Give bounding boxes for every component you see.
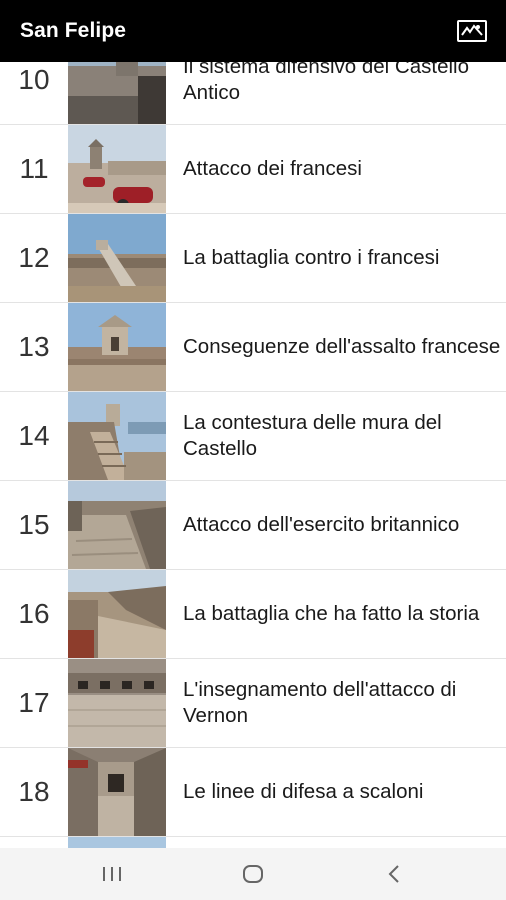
item-number: 17 xyxy=(18,687,50,718)
item-number: 12 xyxy=(18,242,50,273)
item-thumbnail xyxy=(68,659,166,747)
back-icon[interactable] xyxy=(381,862,409,886)
item-title: La battaglia contro i francesi xyxy=(183,246,440,269)
list-item[interactable]: 18 Le linee di difesa a scaloni xyxy=(0,748,506,837)
item-thumbnail xyxy=(68,62,166,124)
item-thumbnail xyxy=(68,392,166,480)
list-item[interactable]: 11 Attacco dei francesi xyxy=(0,125,506,214)
item-thumbnail xyxy=(68,570,166,658)
map-icon[interactable] xyxy=(457,20,487,42)
item-number xyxy=(0,837,68,848)
item-number: 14 xyxy=(18,420,50,451)
item-title: Attacco dei francesi xyxy=(183,157,362,180)
list-item[interactable]: 10 Il sistema difensivo del Castello Ant… xyxy=(0,62,506,125)
list-item[interactable] xyxy=(0,837,506,848)
item-number: 18 xyxy=(18,776,50,807)
chapter-list[interactable]: 10 Il sistema difensivo del Castello Ant… xyxy=(0,62,506,848)
list-item[interactable]: 15 Attacco dell'esercito britannico xyxy=(0,481,506,570)
item-title: Le linee di difesa a scaloni xyxy=(183,780,424,803)
item-title: La contestura delle mura del Castello xyxy=(183,411,442,460)
list-item[interactable]: 14 La contestura delle mura del Castello xyxy=(0,392,506,481)
recent-apps-icon[interactable] xyxy=(98,862,126,886)
list-item[interactable]: 17 L'insegnamento dell'attacco di Vernon xyxy=(0,659,506,748)
item-thumbnail xyxy=(68,748,166,836)
item-thumbnail xyxy=(68,837,166,848)
app-title: San Felipe xyxy=(20,19,127,42)
item-number: 10 xyxy=(18,64,50,95)
item-number: 11 xyxy=(19,153,49,184)
item-title: Il sistema difensivo del Castello Antico xyxy=(183,62,469,104)
item-thumbnail xyxy=(68,481,166,569)
list-item[interactable]: 16 La battaglia che ha fatto la storia xyxy=(0,570,506,659)
item-title: Conseguenze dell'assalto francese xyxy=(183,335,501,358)
item-title xyxy=(183,837,501,848)
item-title: L'insegnamento dell'attacco di Vernon xyxy=(183,678,457,727)
item-title: La battaglia che ha fatto la storia xyxy=(183,602,480,625)
item-thumbnail xyxy=(68,214,166,302)
app-bar: San Felipe xyxy=(0,0,506,62)
item-number: 16 xyxy=(18,598,50,629)
item-thumbnail xyxy=(68,125,166,213)
item-thumbnail xyxy=(68,303,166,391)
item-title: Attacco dell'esercito britannico xyxy=(183,513,460,536)
list-item[interactable]: 12 La battaglia contro i francesi xyxy=(0,214,506,303)
home-icon[interactable] xyxy=(239,862,267,886)
system-navigation-bar xyxy=(0,848,506,900)
item-number: 15 xyxy=(18,509,50,540)
item-number: 13 xyxy=(18,331,50,362)
list-item[interactable]: 13 Conseguenze dell'assalto francese xyxy=(0,303,506,392)
